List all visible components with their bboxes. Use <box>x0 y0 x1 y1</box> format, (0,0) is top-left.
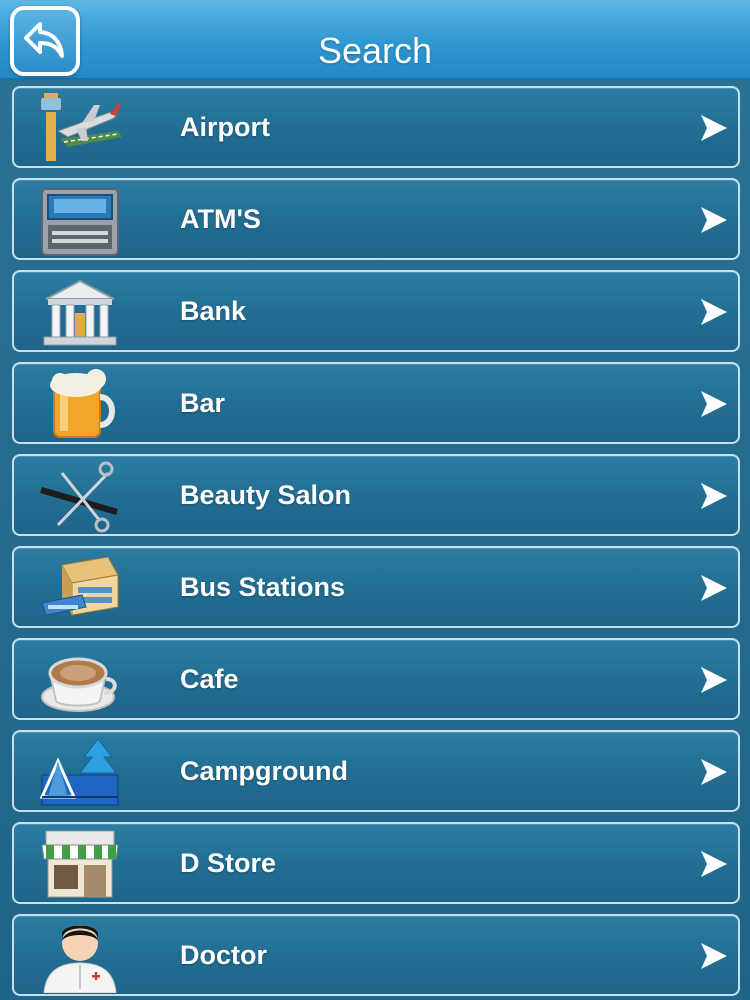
atm-icon <box>41 188 119 256</box>
beer-icon <box>50 369 115 438</box>
list-item-bar[interactable]: Bar <box>12 362 740 444</box>
list-item-label: ATM'S <box>180 204 261 234</box>
chevron-right-icon <box>701 483 727 509</box>
campground-icon <box>39 738 119 806</box>
chevron-right-icon <box>701 207 727 233</box>
list-item-cafe[interactable]: Cafe <box>12 638 740 720</box>
list-item-label: D Store <box>180 848 277 878</box>
store-icon <box>41 830 119 898</box>
chevron-right-icon <box>701 391 727 417</box>
list-item-airport[interactable]: Airport <box>12 86 740 168</box>
chevron-right-icon <box>701 851 727 877</box>
airport-icon <box>39 93 122 161</box>
list-item-doctor[interactable]: Doctor <box>12 914 740 996</box>
back-button[interactable] <box>10 6 80 76</box>
list-item-label: Bus Stations <box>180 572 346 602</box>
doctor-icon <box>43 925 117 993</box>
chevron-right-icon <box>701 759 727 785</box>
list-item-bank[interactable]: Bank <box>12 270 740 352</box>
scissors-comb-icon <box>40 461 118 533</box>
chevron-right-icon <box>701 575 727 601</box>
list-item-beauty-salon[interactable]: Beauty Salon <box>12 454 740 536</box>
page-title: Search <box>317 30 433 71</box>
header-bar: Search <box>0 0 750 80</box>
list-item-label: Airport <box>180 112 270 142</box>
list-item-atms[interactable]: ATM'S <box>12 178 740 260</box>
chevron-right-icon <box>701 943 727 969</box>
back-arrow-icon <box>24 22 64 58</box>
list-item-label: Cafe <box>180 664 239 694</box>
chevron-right-icon <box>701 115 727 141</box>
list-item-label: Campground <box>180 756 348 786</box>
coffee-cup-icon <box>41 657 117 712</box>
chevron-right-icon <box>701 667 727 693</box>
bus-station-icon <box>41 556 119 616</box>
chevron-right-icon <box>701 299 727 325</box>
list-item-label: Bar <box>180 388 226 418</box>
list-item-campground[interactable]: Campground <box>12 730 740 812</box>
list-item-bus-stations[interactable]: Bus Stations <box>12 546 740 628</box>
list-item-label: Bank <box>180 296 247 326</box>
bank-icon <box>43 279 117 346</box>
list-item-d-store[interactable]: D Store <box>12 822 740 904</box>
list-item-label: Doctor <box>180 940 267 970</box>
list-item-label: Beauty Salon <box>180 480 352 510</box>
